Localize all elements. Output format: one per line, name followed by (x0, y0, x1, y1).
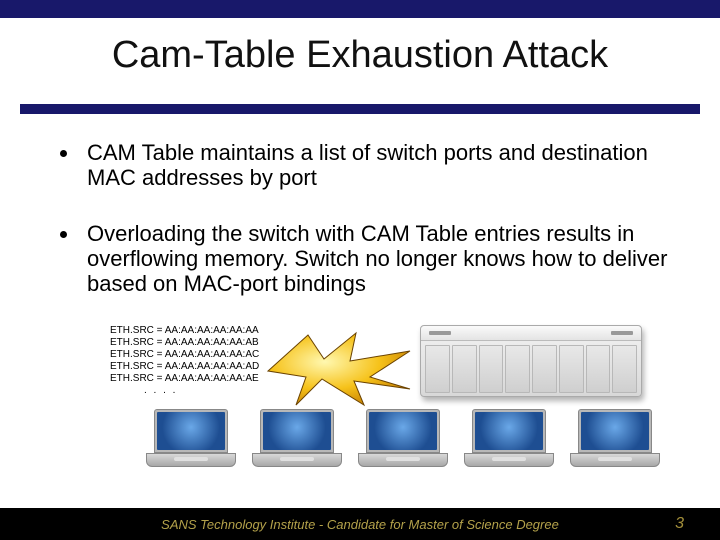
laptop-icon (252, 409, 342, 469)
laptop-icon (146, 409, 236, 469)
bullet-text: Overloading the switch with CAM Table en… (87, 221, 680, 297)
bullet-item: CAM Table maintains a list of switch por… (60, 140, 680, 191)
top-bar (0, 0, 720, 18)
bullet-dot-icon (60, 150, 67, 157)
eth-line: ETH.SRC = AA:AA:AA:AA:AA:AC (110, 349, 259, 361)
diagram: ETH.SRC = AA:AA:AA:AA:AA:AA ETH.SRC = AA… (110, 325, 680, 475)
server-top-panel (421, 326, 641, 341)
drive-bay (505, 345, 530, 393)
drive-bay (559, 345, 584, 393)
bullet-list: CAM Table maintains a list of switch por… (60, 140, 680, 326)
eth-line: ETH.SRC = AA:AA:AA:AA:AA:AD (110, 361, 259, 373)
eth-line: ETH.SRC = AA:AA:AA:AA:AA:AA (110, 325, 259, 337)
drive-bay (532, 345, 557, 393)
bullet-dot-icon (60, 231, 67, 238)
slide: Cam-Table Exhaustion Attack CAM Table ma… (0, 0, 720, 540)
drive-bay (586, 345, 611, 393)
footer-text: SANS Technology Institute - Candidate fo… (0, 517, 720, 532)
laptop-icon (570, 409, 660, 469)
eth-line: ETH.SRC = AA:AA:AA:AA:AA:AB (110, 337, 259, 349)
bullet-text: CAM Table maintains a list of switch por… (87, 140, 680, 191)
drive-bay (452, 345, 477, 393)
drive-bay (479, 345, 504, 393)
laptop-row (146, 409, 660, 469)
eth-line: ETH.SRC = AA:AA:AA:AA:AA:AE (110, 373, 259, 385)
laptop-icon (358, 409, 448, 469)
bullet-item: Overloading the switch with CAM Table en… (60, 221, 680, 297)
drive-bay (612, 345, 637, 393)
server-bays (421, 341, 641, 397)
page-number: 3 (675, 515, 684, 533)
eth-ellipsis: . . . . (144, 385, 259, 397)
footer-bar: SANS Technology Institute - Candidate fo… (0, 508, 720, 540)
server-rack-icon (420, 325, 642, 397)
slide-title: Cam-Table Exhaustion Attack (0, 34, 720, 77)
lightning-bolt-icon (260, 331, 420, 407)
title-underline-bar (20, 104, 700, 114)
laptop-icon (464, 409, 554, 469)
eth-src-list: ETH.SRC = AA:AA:AA:AA:AA:AA ETH.SRC = AA… (110, 325, 259, 397)
drive-bay (425, 345, 450, 393)
